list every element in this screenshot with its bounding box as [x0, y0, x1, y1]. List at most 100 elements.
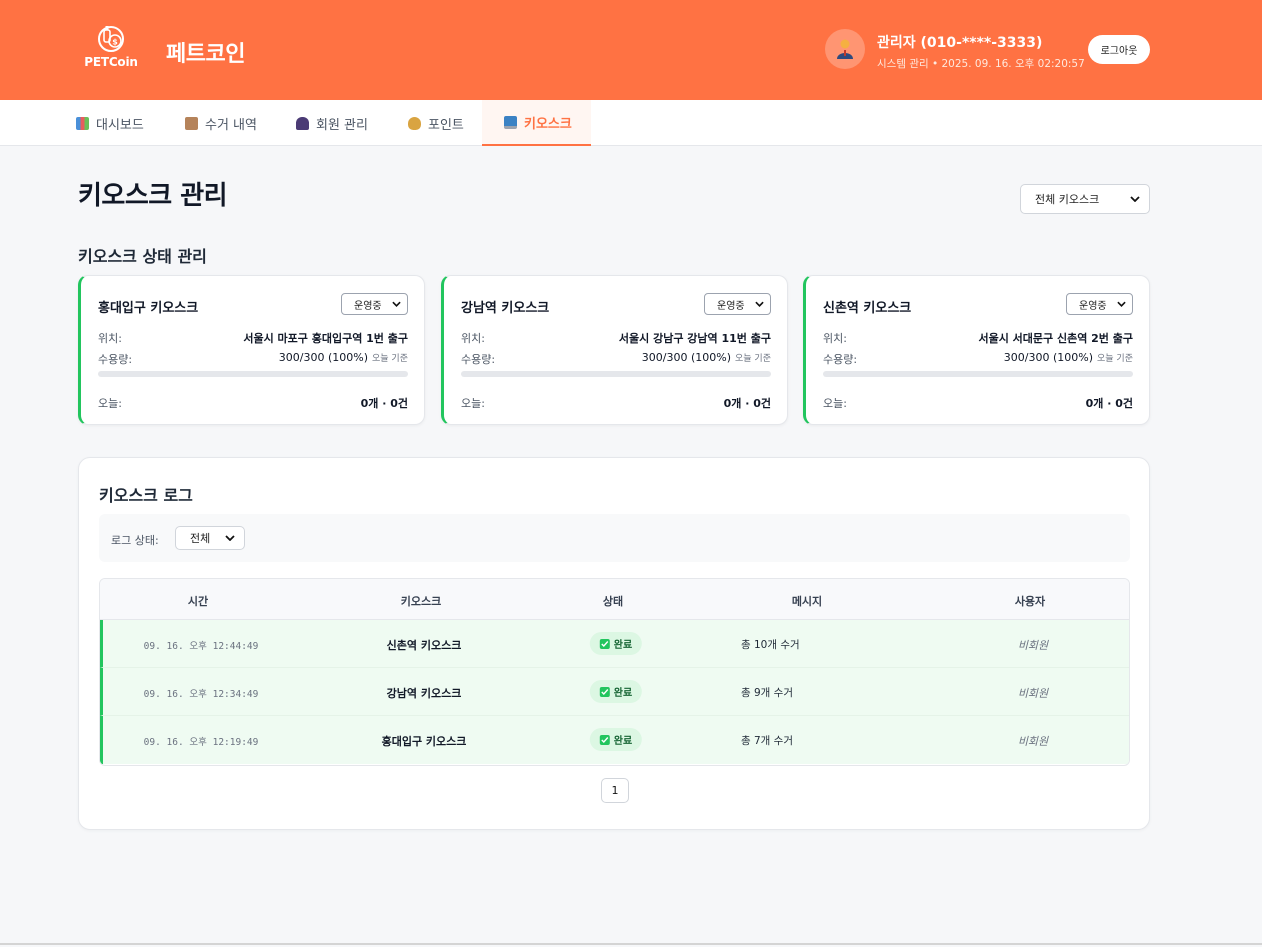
status-badge: 완료: [589, 632, 643, 655]
check-icon: [599, 686, 610, 697]
kiosk-today: 0개 · 0건: [1085, 397, 1133, 410]
kiosk-status-select[interactable]: 운영중: [1066, 293, 1133, 315]
location-label: 위치:: [461, 332, 485, 345]
log-kiosk: 홍대입구 키오스크: [381, 735, 467, 748]
chevron-down-icon: [755, 301, 764, 307]
log-kiosk: 신촌역 키오스크: [386, 639, 462, 652]
main-nav: 대시보드 수거 내역 회원 관리 포인트 키오스크: [0, 100, 1262, 146]
users-icon: [296, 116, 309, 130]
kiosk-today: 0개 · 0건: [360, 397, 408, 410]
kiosk-status-value: 운영중: [354, 300, 382, 312]
chart-icon: [76, 116, 89, 130]
kiosk-capacity: 300/300 (100%): [641, 351, 732, 364]
table-row[interactable]: 09. 16. 오후 12:34:49 강남역 키오스크 완료 총 9개 수거 …: [100, 668, 1129, 716]
brand-name: 페트코인: [166, 42, 245, 67]
window-bottom-edge: [0, 943, 1262, 945]
log-title: 키오스크 로그: [99, 486, 193, 505]
app-header: $ PETCoin 페트코인 관리자 (010-****-3333) 시스템 관…: [0, 0, 1262, 100]
log-kiosk: 강남역 키오스크: [386, 687, 462, 700]
chevron-down-icon: [1117, 301, 1126, 307]
log-message: 총 10개 수거: [741, 639, 800, 651]
status-text: 완료: [613, 736, 633, 747]
kiosk-capacity: 300/300 (100%): [1003, 351, 1094, 364]
log-message: 총 7개 수거: [741, 735, 793, 747]
location-label: 위치:: [98, 332, 122, 345]
tab-label: 키오스크: [524, 116, 572, 132]
petcoin-logo[interactable]: $ PETCoin: [84, 22, 138, 72]
log-time: 09. 16. 오후 12:19:49: [143, 737, 259, 748]
user-name: 관리자 (010-****-3333): [877, 35, 1043, 51]
log-time: 09. 16. 오후 12:34:49: [143, 689, 259, 700]
svg-text:$: $: [112, 38, 118, 47]
capacity-basis: 오늘 기준: [372, 354, 408, 364]
kiosk-name: 강남역 키오스크: [461, 301, 550, 316]
kiosk-card: 강남역 키오스크 운영중 위치: 서울시 강남구 강남역 11번 출구 수용량:…: [441, 275, 788, 425]
column-header-kiosk: 키오스크: [400, 595, 442, 608]
kiosk-filter-value: 전체 키오스크: [1035, 193, 1100, 206]
column-header-time: 시간: [187, 595, 209, 608]
capacity-bar: [98, 371, 408, 377]
tab-members[interactable]: 회원 관리: [296, 100, 368, 146]
column-header-message: 메시지: [791, 595, 823, 608]
log-message: 총 9개 수거: [741, 687, 793, 699]
today-label: 오늘:: [98, 397, 122, 410]
coin-bottle-icon: $: [98, 26, 124, 52]
capacity-label: 수용량:: [98, 353, 133, 366]
capacity-label: 수용량:: [823, 353, 858, 366]
log-user: 비회원: [1017, 735, 1049, 748]
chevron-down-icon: [1130, 196, 1140, 202]
status-section-title: 키오스크 상태 관리: [78, 247, 207, 266]
kiosk-today: 0개 · 0건: [723, 397, 771, 410]
log-status-select[interactable]: 전체: [175, 526, 245, 550]
kiosk-status-value: 운영중: [717, 300, 745, 312]
tab-kiosk[interactable]: 키오스크: [482, 100, 591, 146]
capacity-bar: [823, 371, 1133, 377]
capacity-bar-fill: [823, 371, 1133, 377]
table-row[interactable]: 09. 16. 오후 12:44:49 신촌역 키오스크 완료 총 10개 수거…: [100, 620, 1129, 668]
table-header: 시간 키오스크 상태 메시지 사용자: [100, 579, 1129, 620]
kiosk-name: 신촌역 키오스크: [823, 301, 912, 316]
capacity-bar-fill: [461, 371, 771, 377]
column-header-user: 사용자: [1014, 595, 1046, 608]
capacity-bar-fill: [98, 371, 408, 377]
status-badge: 완료: [589, 680, 643, 703]
kiosk-filter-select[interactable]: 전체 키오스크: [1020, 184, 1150, 214]
table-row[interactable]: 09. 16. 오후 12:19:49 홍대입구 키오스크 완료 총 7개 수거…: [100, 716, 1129, 764]
today-label: 오늘:: [461, 397, 485, 410]
logout-button[interactable]: 로그아웃: [1088, 35, 1150, 64]
column-header-status: 상태: [602, 595, 624, 608]
status-text: 완료: [613, 688, 633, 699]
pagination-page-1[interactable]: 1: [601, 778, 629, 803]
log-status-value: 전체: [190, 532, 211, 545]
kiosk-capacity: 300/300 (100%): [278, 351, 369, 364]
kiosk-log-panel: 키오스크 로그 로그 상태: 전체 시간 키오스크 상태 메시지 사용자 09.…: [78, 457, 1150, 830]
tab-points[interactable]: 포인트: [408, 100, 464, 146]
kiosk-location: 서울시 서대문구 신촌역 2번 출구: [978, 332, 1133, 345]
logo-text: PETCoin: [84, 55, 138, 69]
status-text: 완료: [613, 640, 633, 651]
kiosk-status-select[interactable]: 운영중: [704, 293, 771, 315]
capacity-value-group: 300/300 (100%) 오늘 기준: [279, 351, 408, 364]
capacity-basis: 오늘 기준: [1097, 354, 1133, 364]
kiosk-card: 홍대입구 키오스크 운영중 위치: 서울시 마포구 홍대입구역 1번 출구 수용…: [78, 275, 425, 425]
today-label: 오늘:: [823, 397, 847, 410]
tab-label: 회원 관리: [316, 117, 368, 133]
kiosk-status-select[interactable]: 운영중: [341, 293, 408, 315]
kiosk-status-value: 운영중: [1079, 300, 1107, 312]
page-title: 키오스크 관리: [78, 181, 228, 211]
chevron-down-icon: [392, 301, 401, 307]
kiosk-name: 홍대입구 키오스크: [98, 301, 199, 316]
monitor-icon: [504, 115, 517, 129]
log-user: 비회원: [1017, 639, 1049, 652]
box-icon: [185, 116, 198, 130]
log-filter-label: 로그 상태:: [111, 534, 159, 547]
capacity-label: 수용량:: [461, 353, 496, 366]
tab-collection-history[interactable]: 수거 내역: [185, 100, 257, 146]
tab-label: 대시보드: [96, 117, 144, 133]
capacity-value-group: 300/300 (100%) 오늘 기준: [642, 351, 771, 364]
location-label: 위치:: [823, 332, 847, 345]
log-filter-bar: 로그 상태: 전체: [99, 514, 1130, 562]
tab-dashboard[interactable]: 대시보드: [76, 100, 144, 146]
capacity-bar: [461, 371, 771, 377]
log-user: 비회원: [1017, 687, 1049, 700]
